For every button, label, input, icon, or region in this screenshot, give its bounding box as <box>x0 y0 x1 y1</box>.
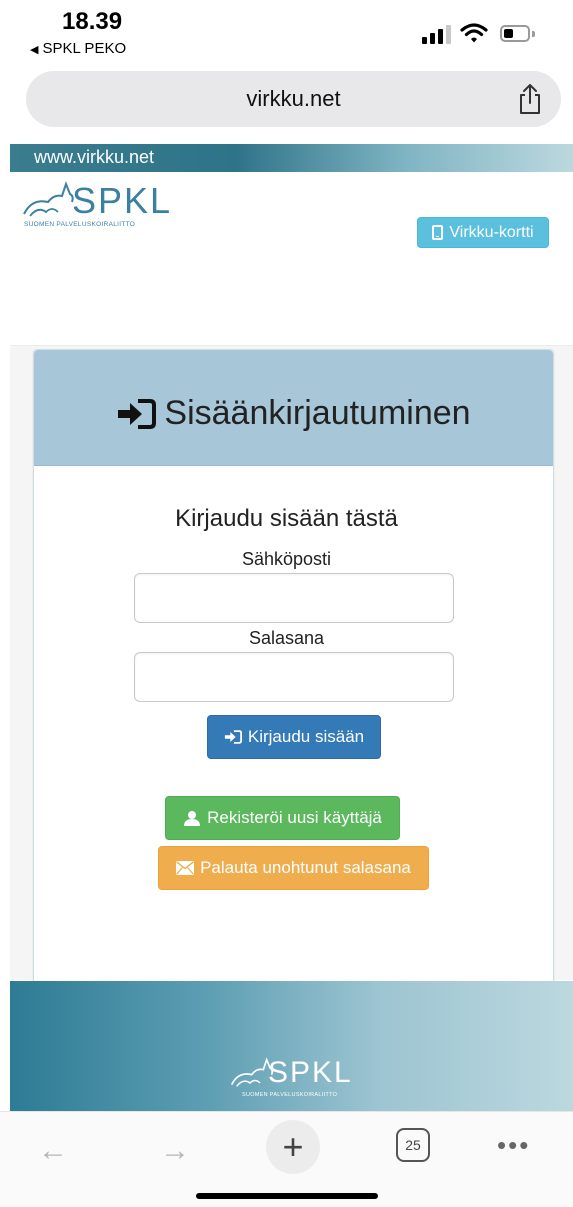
login-button-label: Kirjaudu sisään <box>247 727 365 746</box>
login-subtitle: Kirjaudu sisään tästä <box>175 505 398 532</box>
back-to-app-link[interactable]: ◀ SPKL PEKO <box>30 40 126 57</box>
footer-logo-subtitle: SUOMEN PALVELUSKOIRALIITTO <box>242 1092 338 1098</box>
logo-subtitle: SUOMEN PALVELUSKOIRALIITTO <box>24 221 136 228</box>
status-bar: 18.39 ◀ SPKL PEKO <box>0 0 573 64</box>
back-app-label: SPKL PEKO <box>42 40 127 57</box>
sign-in-icon <box>118 398 157 429</box>
back-triangle-icon: ◀ <box>30 44 39 56</box>
email-field[interactable] <box>134 573 454 623</box>
user-icon <box>184 811 201 826</box>
battery-icon <box>500 25 530 42</box>
login-title: Sisäänkirjautuminen <box>34 394 553 433</box>
logo-text: SPKL <box>72 180 173 221</box>
footer-logo[interactable]: SPKL SUOMEN PALVELUSKOIRALIITTO <box>230 1050 370 1100</box>
arrow-left-icon[interactable]: ← <box>38 1134 68 1168</box>
email-label: Sähköposti <box>241 549 332 569</box>
login-button[interactable]: Kirjaudu sisään <box>207 715 381 759</box>
more-icon[interactable]: ••• <box>497 1130 530 1161</box>
password-label: Salasana <box>248 628 325 648</box>
mobile-phone-icon <box>432 225 444 240</box>
login-title-text: Sisäänkirjautuminen <box>164 394 471 432</box>
signal-icon <box>422 24 452 44</box>
reset-password-button[interactable]: Palauta unohtunut salasana <box>158 846 429 890</box>
spkl-logo[interactable]: SPKL SUOMEN PALVELUSKOIRALIITTO <box>22 180 192 232</box>
sign-in-icon <box>224 730 242 744</box>
wifi-icon <box>460 23 488 43</box>
footer-logo-text: SPKL <box>268 1056 353 1089</box>
login-panel-header: Sisäänkirjautuminen <box>34 350 553 466</box>
url-text[interactable]: virkku.net <box>26 86 561 112</box>
reset-password-label: Palauta unohtunut salasana <box>200 858 411 877</box>
virkku-card-button[interactable]: Virkku-kortti <box>417 217 549 248</box>
tabs-button[interactable]: 25 <box>396 1128 430 1162</box>
status-icons <box>422 22 537 46</box>
register-button[interactable]: Rekisteröi uusi käyttäjä <box>165 796 400 840</box>
register-button-label: Rekisteröi uusi käyttäjä <box>207 808 382 827</box>
virkku-card-label: Virkku-kortti <box>449 223 534 241</box>
site-banner: www.virkku.net <box>10 144 573 172</box>
plus-icon[interactable]: + <box>266 1120 320 1174</box>
envelope-icon <box>176 861 195 875</box>
status-time: 18.39 <box>62 8 123 35</box>
tab-count: 25 <box>405 1137 421 1153</box>
password-field[interactable] <box>134 652 454 702</box>
address-bar[interactable]: virkku.net <box>26 71 561 127</box>
arrow-right-icon[interactable]: → <box>160 1134 190 1168</box>
home-indicator <box>196 1193 378 1199</box>
site-banner-text[interactable]: www.virkku.net <box>34 147 154 168</box>
share-icon[interactable] <box>517 83 543 115</box>
